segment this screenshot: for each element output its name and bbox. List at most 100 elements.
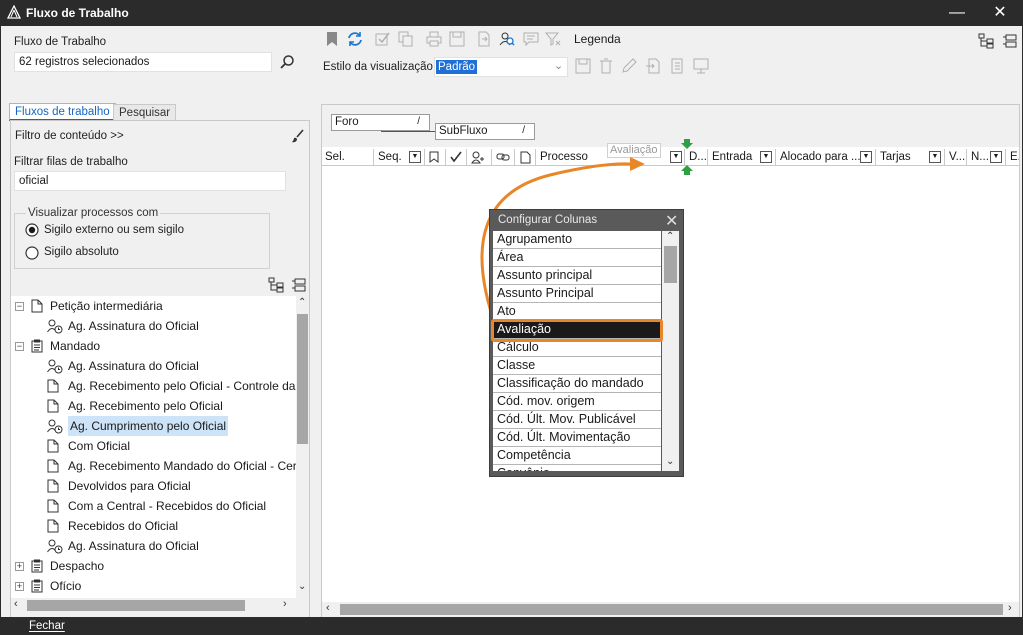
expand-tree-icon[interactable]: [268, 277, 284, 293]
col-sel[interactable]: Sel.: [322, 149, 374, 166]
tree-hscroll[interactable]: ‹ ›: [11, 598, 296, 613]
list-scroll-down-icon[interactable]: ⌄: [666, 456, 674, 467]
col-tarjas[interactable]: Tarjas ▼: [877, 149, 945, 166]
expand-groups-icon[interactable]: [978, 33, 994, 49]
columns-list-scrollbar[interactable]: ⌃ ⌄: [662, 231, 679, 471]
collapse-tree-icon[interactable]: [291, 277, 307, 293]
tree-vscroll-thumb[interactable]: [297, 314, 308, 444]
col-alocado[interactable]: Alocado para ... ▼: [777, 149, 876, 166]
comment-icon[interactable]: [523, 31, 539, 47]
scroll-right-icon[interactable]: ›: [283, 598, 287, 610]
collapse-groups-icon[interactable]: [1002, 33, 1018, 49]
col-check[interactable]: [447, 149, 467, 166]
delete-view-icon[interactable]: [598, 58, 614, 74]
search-icon[interactable]: [279, 54, 295, 70]
col-entrada-dropdown-icon[interactable]: ▼: [760, 151, 772, 163]
tree-node[interactable]: − Mandado: [11, 336, 296, 356]
collapse-icon[interactable]: −: [15, 342, 24, 351]
close-window-button[interactable]: ✕: [977, 0, 1023, 26]
copy-icon[interactable]: [398, 31, 414, 47]
column-option[interactable]: Agrupamento: [493, 231, 661, 249]
scroll-down-icon[interactable]: ⌄: [298, 581, 306, 592]
col-tarjas-dropdown-icon[interactable]: ▼: [929, 151, 941, 163]
group-subfluxo[interactable]: SubFluxo /: [435, 123, 535, 140]
legend-button[interactable]: Legenda: [574, 32, 621, 46]
tree-leaf[interactable]: Ag. Cumprimento pelo Oficial: [11, 416, 296, 436]
list-view-icon[interactable]: [669, 58, 685, 74]
tab-fluxos[interactable]: Fluxos de trabalho: [9, 103, 116, 121]
column-option[interactable]: Classe: [493, 357, 661, 375]
grid-hscroll[interactable]: ‹ ›: [322, 602, 1019, 617]
content-filter-link[interactable]: Filtro de conteúdo >>: [15, 130, 124, 142]
view-style-select[interactable]: Padrão ⌄: [434, 57, 568, 77]
tree-leaf[interactable]: Ag. Assinatura do Oficial: [11, 356, 296, 376]
col-v[interactable]: V...: [946, 149, 967, 166]
bookmark-icon[interactable]: [324, 31, 340, 47]
list-scroll-thumb[interactable]: [664, 246, 677, 283]
column-option[interactable]: Assunto principal: [493, 267, 661, 285]
tree-leaf[interactable]: Recebidos do Oficial: [11, 516, 296, 536]
group-foro[interactable]: Foro /: [331, 114, 430, 131]
column-option[interactable]: Classificação do mandado: [493, 375, 661, 393]
tree-vscroll[interactable]: ⌃ ⌄: [296, 296, 309, 598]
check-box-icon[interactable]: [375, 31, 391, 47]
brush-icon[interactable]: [290, 128, 306, 144]
column-option[interactable]: Cód. Últ. Movimentação: [493, 429, 661, 447]
tree-leaf[interactable]: Com a Central - Recebidos do Oficial: [11, 496, 296, 516]
printer-icon[interactable]: [426, 31, 442, 47]
grid-scroll-right-icon[interactable]: ›: [1008, 602, 1012, 614]
column-option[interactable]: Competência: [493, 447, 661, 465]
radio-sigilo-externo[interactable]: [25, 223, 39, 237]
col-n-dropdown-icon[interactable]: ▼: [990, 151, 1002, 163]
popup-close-icon[interactable]: ✕: [665, 211, 678, 231]
collapse-icon[interactable]: −: [15, 302, 24, 311]
col-seq[interactable]: Seq. ▼: [375, 149, 425, 166]
col-d[interactable]: D...: [686, 149, 708, 166]
expand-icon[interactable]: +: [15, 582, 24, 591]
col-seq-dropdown-icon[interactable]: ▼: [409, 151, 421, 163]
expand-icon[interactable]: +: [15, 562, 24, 571]
tree-leaf[interactable]: Ag. Recebimento Mandado do Oficial - Cer: [11, 456, 296, 476]
import-view-icon[interactable]: [645, 58, 661, 74]
queues-filter-input[interactable]: oficial: [14, 171, 286, 191]
radio-label-sigilo-externo[interactable]: Sigilo externo ou sem sigilo: [44, 224, 184, 236]
column-option[interactable]: Cód. Últ. Mov. Publicável: [493, 411, 661, 429]
workflow-field[interactable]: 62 registros selecionados: [14, 52, 272, 72]
column-option[interactable]: Convênio: [493, 465, 661, 471]
save-view-icon[interactable]: [575, 58, 591, 74]
tree-leaf[interactable]: Com Oficial: [11, 436, 296, 456]
col-e[interactable]: E.: [1007, 149, 1019, 166]
grid-hscroll-thumb[interactable]: [340, 604, 1003, 615]
col-bookmark[interactable]: [426, 149, 446, 166]
col-n[interactable]: N... ▼: [968, 149, 1006, 166]
column-option[interactable]: Área: [493, 249, 661, 267]
scroll-left-icon[interactable]: ‹: [14, 598, 18, 610]
grid-scroll-left-icon[interactable]: ‹: [326, 602, 330, 614]
share-view-icon[interactable]: [693, 58, 709, 74]
people-search-icon[interactable]: [499, 31, 515, 47]
document-export-icon[interactable]: [476, 31, 492, 47]
close-button[interactable]: Fechar: [29, 620, 65, 632]
tree-node[interactable]: + Despacho: [11, 556, 296, 576]
list-scroll-up-icon[interactable]: ⌃: [666, 231, 674, 242]
tree-leaf[interactable]: Ag. Assinatura do Oficial: [11, 316, 296, 336]
save-icon[interactable]: [449, 31, 465, 47]
minimize-button[interactable]: —: [934, 0, 980, 26]
tree-hscroll-thumb[interactable]: [27, 600, 245, 611]
tree-leaf[interactable]: Ag. Assinatura do Oficial: [11, 536, 296, 556]
edit-view-icon[interactable]: [621, 58, 637, 74]
col-processo-dropdown-icon[interactable]: ▼: [670, 151, 682, 163]
radio-label-sigilo-absoluto[interactable]: Sigilo absoluto: [44, 246, 119, 258]
tree-leaf[interactable]: Devolvidos para Oficial: [11, 476, 296, 496]
col-alocado-dropdown-icon[interactable]: ▼: [860, 151, 872, 163]
column-option[interactable]: Assunto Principal: [493, 285, 661, 303]
scroll-up-icon[interactable]: ⌃: [298, 297, 306, 308]
tree-leaf[interactable]: Ag. Recebimento pelo Oficial: [11, 396, 296, 416]
tree-node[interactable]: − Petição intermediária: [11, 296, 296, 316]
tree-leaf[interactable]: Ag. Recebimento pelo Oficial - Controle …: [11, 376, 296, 396]
radio-sigilo-absoluto[interactable]: [25, 246, 39, 260]
tree-node[interactable]: + Ofício: [11, 576, 296, 596]
chevron-down-icon[interactable]: ⌄: [554, 59, 563, 72]
column-option[interactable]: Cód. mov. origem: [493, 393, 661, 411]
refresh-icon[interactable]: [347, 31, 363, 47]
